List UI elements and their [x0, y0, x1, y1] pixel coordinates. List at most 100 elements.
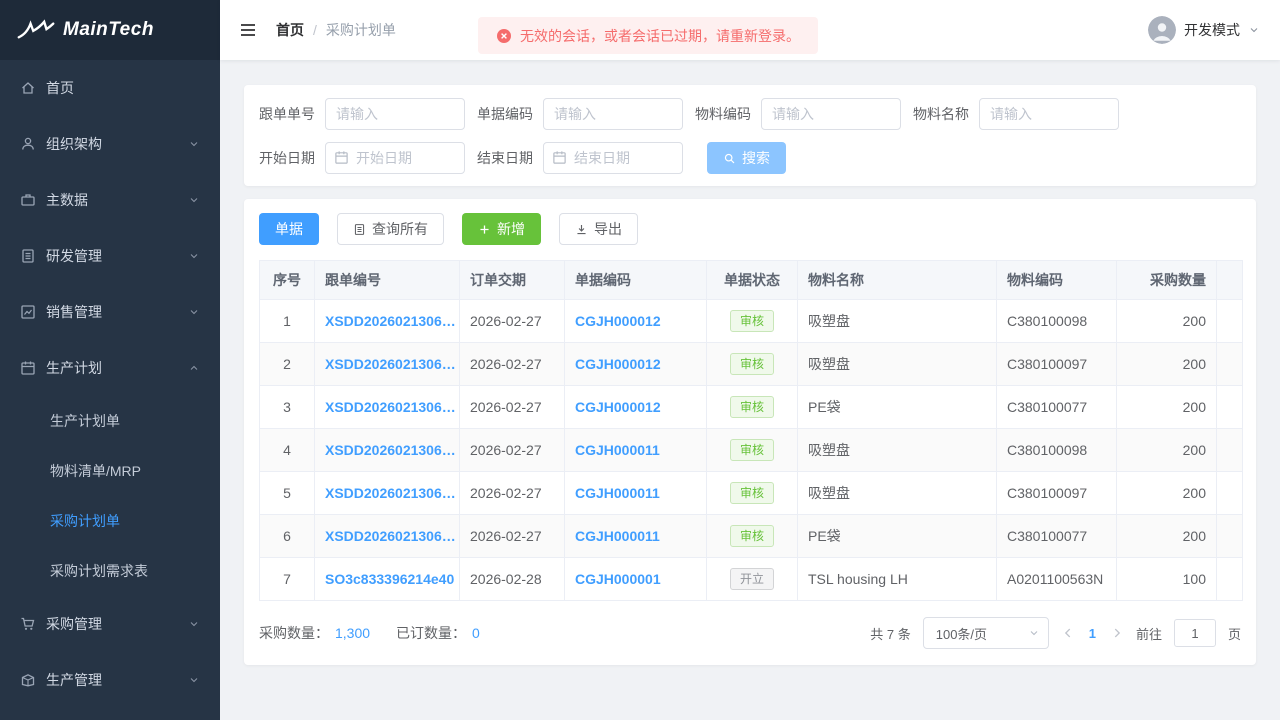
- table-cell: 200: [1117, 515, 1217, 558]
- status-badge: 审核: [730, 525, 774, 547]
- table-cell: XSDD2026021306…: [315, 343, 460, 386]
- order-no-link[interactable]: SO3c833396214e40: [325, 571, 454, 587]
- order-no-link[interactable]: XSDD2026021306…: [325, 485, 456, 501]
- next-page-button[interactable]: [1110, 626, 1124, 640]
- table-card: 单据查询所有新增导出 序号跟单编号订单交期单据编码单据状态物料名称物料编码采购数…: [244, 199, 1256, 665]
- table-cell: C380100098: [997, 300, 1117, 343]
- column-header: 物料名称: [798, 261, 997, 300]
- search-button[interactable]: 搜索: [707, 142, 786, 174]
- doc-no-link[interactable]: CGJH000001: [575, 571, 661, 587]
- doc-no-link[interactable]: CGJH000012: [575, 356, 661, 372]
- table-cell: XSDD2026021306…: [315, 300, 460, 343]
- chevron-down-icon: [1028, 627, 1040, 639]
- column-header: 采购数量: [1117, 261, 1217, 300]
- doc-no-link[interactable]: CGJH000011: [575, 442, 660, 458]
- table-cell: CGJH000011: [565, 429, 707, 472]
- sidebar-subitem-5-0[interactable]: 生产计划单: [0, 396, 220, 446]
- chevron-down-icon: [188, 306, 200, 318]
- query-all-button[interactable]: 查询所有: [337, 213, 444, 245]
- export-button[interactable]: 导出: [559, 213, 638, 245]
- table-cell: 吸塑盘: [798, 300, 997, 343]
- order-no-link[interactable]: XSDD2026021306…: [325, 442, 456, 458]
- logo: MainTech: [0, 0, 220, 60]
- doc-no-link[interactable]: CGJH000011: [575, 485, 660, 501]
- filter-input-1[interactable]: [543, 98, 683, 130]
- filter-label: 开始日期: [259, 148, 315, 168]
- total-count: 共 7 条: [870, 624, 910, 643]
- docs-button[interactable]: 单据: [259, 213, 319, 245]
- filter-row-1: 跟单单号单据编码物料编码物料名称: [259, 98, 1241, 130]
- table-row: 5XSDD2026021306…2026-02-27CGJH000011审核吸塑…: [260, 472, 1243, 515]
- toolbar: 单据查询所有新增导出: [259, 213, 1241, 245]
- chevron-down-icon: [188, 618, 200, 630]
- doc-no-link[interactable]: CGJH000012: [575, 399, 661, 415]
- search-icon: [723, 152, 736, 165]
- chart-icon: [20, 304, 36, 320]
- sidebar-item-label: 生产管理: [46, 670, 188, 690]
- sidebar-item-3[interactable]: 研发管理: [0, 228, 220, 284]
- purchase-qty-value: 1,300: [335, 625, 370, 641]
- filter-field: 单据编码: [477, 98, 683, 130]
- goto-page-input[interactable]: [1174, 619, 1216, 647]
- table-cell: CGJH000012: [565, 300, 707, 343]
- avatar: [1148, 16, 1176, 44]
- table-row: 7SO3c833396214e402026-02-28CGJH000001开立T…: [260, 558, 1243, 601]
- filter-input-3[interactable]: [979, 98, 1119, 130]
- sidebar-item-4[interactable]: 销售管理: [0, 284, 220, 340]
- doc-no-link[interactable]: CGJH000011: [575, 528, 660, 544]
- table-cell: 2026-02-27: [460, 300, 565, 343]
- table-cell: [1217, 300, 1243, 343]
- sidebar-nav: 首页组织架构主数据研发管理销售管理生产计划生产计划单物料清单/MRP采购计划单采…: [0, 60, 220, 720]
- prev-page-button[interactable]: [1061, 626, 1075, 640]
- breadcrumb-home[interactable]: 首页: [276, 20, 304, 40]
- sidebar-item-0[interactable]: 首页: [0, 60, 220, 116]
- cart-icon: [20, 616, 36, 632]
- sidebar: MainTech 首页组织架构主数据研发管理销售管理生产计划生产计划单物料清单/…: [0, 0, 220, 720]
- status-badge: 审核: [730, 396, 774, 418]
- sidebar-item-5[interactable]: 生产计划: [0, 340, 220, 396]
- sidebar-item-6[interactable]: 采购管理: [0, 596, 220, 652]
- content: 跟单单号单据编码物料编码物料名称 开始日期结束日期搜索 单据查询所有新增导出 序…: [220, 60, 1280, 720]
- sidebar-item-1[interactable]: 组织架构: [0, 116, 220, 172]
- calendar-icon: [20, 360, 36, 376]
- order-no-link[interactable]: XSDD2026021306…: [325, 528, 456, 544]
- user-menu[interactable]: 开发模式: [1148, 16, 1260, 44]
- doc-no-link[interactable]: CGJH000012: [575, 313, 661, 329]
- column-header: 单据状态: [707, 261, 798, 300]
- alert-text: 无效的会话，或者会话已过期，请重新登录。: [520, 26, 800, 46]
- table-cell: 审核: [707, 386, 798, 429]
- table-cell: CGJH000001: [565, 558, 707, 601]
- filter-input-2[interactable]: [761, 98, 901, 130]
- order-no-link[interactable]: XSDD2026021306…: [325, 356, 456, 372]
- sidebar-item-2[interactable]: 主数据: [0, 172, 220, 228]
- data-table: 序号跟单编号订单交期单据编码单据状态物料名称物料编码采购数量 1XSDD2026…: [259, 260, 1243, 601]
- hamburger-icon[interactable]: [238, 20, 258, 40]
- sidebar-item-label: 采购管理: [46, 614, 188, 634]
- order-no-link[interactable]: XSDD2026021306…: [325, 313, 456, 329]
- purchase-qty-label: 采购数量：: [259, 623, 329, 643]
- filter-input-0[interactable]: [325, 98, 465, 130]
- main-area: 首页 / 采购计划单 无效的会话，或者会话已过期，请重新登录。 开发模式 跟单单…: [220, 0, 1280, 720]
- page-number[interactable]: 1: [1087, 626, 1098, 641]
- order-no-link[interactable]: XSDD2026021306…: [325, 399, 456, 415]
- user-icon: [20, 136, 36, 152]
- logo-text: MainTech: [63, 19, 154, 41]
- logo-icon: [16, 18, 56, 42]
- table-cell: [1217, 558, 1243, 601]
- pagination: 共 7 条 100条/页 1 前往: [870, 617, 1241, 649]
- table-cell: 吸塑盘: [798, 343, 997, 386]
- table-cell: 审核: [707, 515, 798, 558]
- breadcrumb-separator: /: [313, 22, 317, 38]
- sidebar-subitem-5-3[interactable]: 采购计划需求表: [0, 546, 220, 596]
- page-size-select[interactable]: 100条/页: [923, 617, 1049, 649]
- session-alert: 无效的会话，或者会话已过期，请重新登录。: [478, 17, 818, 54]
- table-cell: [1217, 429, 1243, 472]
- table-header-row: 序号跟单编号订单交期单据编码单据状态物料名称物料编码采购数量: [260, 261, 1243, 300]
- home-icon: [20, 80, 36, 96]
- table-cell: 2026-02-27: [460, 343, 565, 386]
- sidebar-subitem-5-2[interactable]: 采购计划单: [0, 496, 220, 546]
- add-button[interactable]: 新增: [462, 213, 541, 245]
- sidebar-subitem-5-1[interactable]: 物料清单/MRP: [0, 446, 220, 496]
- sidebar-item-7[interactable]: 生产管理: [0, 652, 220, 708]
- table-cell: 2: [260, 343, 315, 386]
